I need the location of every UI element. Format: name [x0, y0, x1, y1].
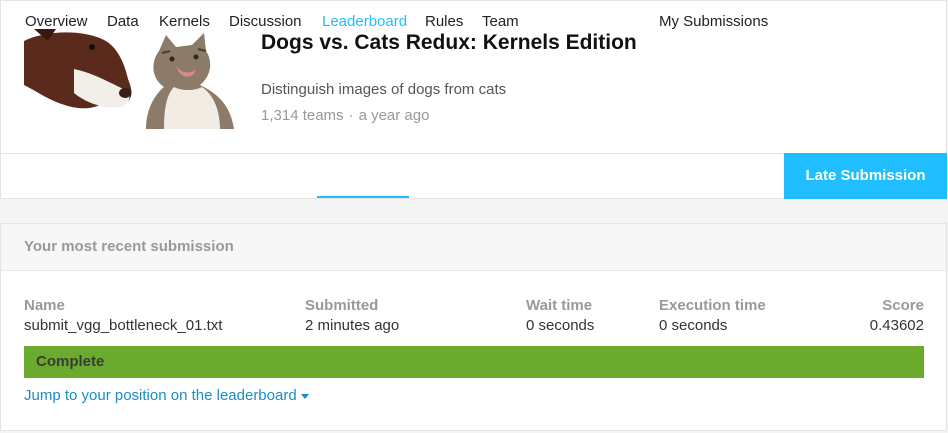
caret-down-icon[interactable] — [300, 393, 309, 399]
execution-time-value: 0 seconds — [659, 317, 728, 334]
score-label: Score — [882, 297, 924, 314]
competition-subtitle: Distinguish images of dogs from cats — [261, 81, 507, 98]
tab-kernels[interactable]: Kernels — [159, 0, 210, 44]
recent-submission-card: Your most recent submission Name submit_… — [0, 223, 947, 431]
column-wait-time: Wait time 0 seconds — [526, 297, 594, 337]
meta-separator: · — [348, 107, 354, 124]
submitted-label: Submitted — [305, 297, 379, 314]
tab-overview[interactable]: Overview — [25, 0, 88, 44]
late-submission-button[interactable]: Late Submission — [784, 153, 947, 199]
column-submitted: Submitted 2 minutes ago — [305, 297, 399, 337]
column-name: Name submit_vgg_bottleneck_01.txt — [24, 297, 222, 337]
active-tab-indicator — [317, 196, 409, 198]
tab-team[interactable]: Team — [482, 0, 519, 44]
execution-time-label: Execution time — [659, 297, 766, 314]
competition-header: Dogs vs. Cats Redux: Kernels Edition Dis… — [0, 0, 947, 153]
tab-data[interactable]: Data — [107, 0, 139, 44]
recent-submission-header: Your most recent submission — [1, 224, 946, 271]
teams-count: 1,314 teams — [261, 107, 344, 124]
tab-leaderboard[interactable]: Leaderboard — [322, 0, 407, 44]
submitted-value: 2 minutes ago — [305, 317, 400, 334]
score-value: 0.43602 — [869, 317, 924, 334]
my-submissions-link[interactable]: My Submissions — [659, 0, 768, 44]
competition-meta: 1,314 teams · a year ago — [261, 107, 429, 124]
column-score: Score 0.43602 — [824, 297, 924, 337]
competition-thumbnail — [24, 29, 234, 129]
tab-discussion[interactable]: Discussion — [229, 0, 302, 44]
tab-rules[interactable]: Rules — [425, 0, 463, 44]
wait-time-label: Wait time — [526, 297, 593, 314]
jump-to-leaderboard-link[interactable]: Jump to your position on the leaderboard — [24, 387, 309, 404]
status-complete-bar: Complete — [24, 346, 924, 378]
competition-age: a year ago — [358, 107, 430, 124]
name-label: Name — [24, 297, 65, 314]
column-execution-time: Execution time 0 seconds — [659, 297, 766, 337]
wait-time-value: 0 seconds — [526, 317, 595, 334]
jump-link-label[interactable]: Jump to your position on the leaderboard — [24, 387, 297, 404]
file-name: submit_vgg_bottleneck_01.txt — [24, 317, 223, 334]
